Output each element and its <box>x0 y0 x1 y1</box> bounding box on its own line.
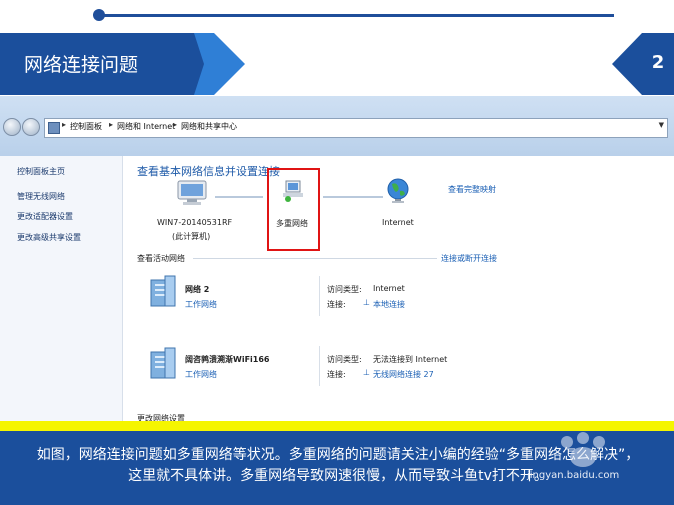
top-rule-dot <box>93 9 105 21</box>
chevron-right-icon: ▸ <box>173 120 178 129</box>
divider <box>319 276 320 316</box>
breadcrumb-network-sharing-center[interactable]: 网络和共享中心 <box>181 121 237 132</box>
watermark-text: jingyan.baidu.com <box>527 470 620 481</box>
left-link-control-panel-home[interactable]: 控制面板主页 <box>17 166 65 177</box>
computer-icon <box>177 180 207 205</box>
computer-sub-label: (此计算机) <box>172 232 211 241</box>
network-2-access-label: 访问类型: <box>327 355 362 364</box>
ethernet-icon: ⊥ <box>363 298 370 307</box>
left-link-change-adapter[interactable]: 更改适配器设置 <box>17 211 73 222</box>
connect-disconnect-link[interactable]: 连接或断开连接 <box>441 253 497 264</box>
chevron-down-icon[interactable]: ▼ <box>659 121 664 129</box>
network-2-name: 阔咨鹑溃溯渐WiFi166 <box>185 355 270 364</box>
forward-icon[interactable] <box>22 118 40 136</box>
network-1-conn-link[interactable]: 本地连接 <box>373 299 405 310</box>
baidu-paw-logo <box>561 432 605 467</box>
network-2-access-value: 无法连接到 Internet <box>373 355 448 364</box>
view-full-map-link[interactable]: 查看完整映射 <box>448 184 496 195</box>
address-toolbar: ▸ 控制面板 ▸ 网络和 Internet ▸ 网络和共享中心 ▼ <box>0 96 674 156</box>
back-icon[interactable] <box>3 118 21 136</box>
slide-title: 网络连接问题 <box>24 54 139 76</box>
left-pane: 控制面板主页 管理无线网络 更改适配器设置 更改高级共享设置 <box>0 156 122 422</box>
computer-name: WIN7-20140531RF <box>157 218 233 227</box>
network-center-window: ▸ 控制面板 ▸ 网络和 Internet ▸ 网络和共享中心 ▼ 控制面板主页… <box>0 96 674 422</box>
divider <box>319 346 320 386</box>
chevron-right-icon: ▸ <box>62 120 67 129</box>
connection-line <box>215 196 263 198</box>
divider <box>193 258 437 259</box>
network-1-access-label: 访问类型: <box>327 285 362 294</box>
network-building-icon <box>150 347 176 379</box>
top-rule <box>98 14 614 17</box>
page-number: 2 <box>651 52 665 73</box>
network-1-conn-label: 连接: <box>327 300 346 309</box>
internet-label: Internet <box>382 218 414 227</box>
left-link-advanced-sharing[interactable]: 更改高级共享设置 <box>17 232 81 243</box>
network-2-type-link[interactable]: 工作网络 <box>185 369 217 380</box>
wireless-signal-icon: ⊥ <box>363 368 370 377</box>
chevron-right-icon: ▸ <box>109 120 114 129</box>
highlight-box <box>267 168 320 251</box>
breadcrumb-network-internet[interactable]: 网络和 Internet <box>117 121 175 132</box>
network-1-name: 网络 2 <box>185 285 210 294</box>
address-bar[interactable]: ▸ 控制面板 ▸ 网络和 Internet ▸ 网络和共享中心 ▼ <box>44 118 668 138</box>
network-2-conn-label: 连接: <box>327 370 346 379</box>
page-heading: 查看基本网络信息并设置连接 <box>137 165 280 178</box>
network-1-type-link[interactable]: 工作网络 <box>185 299 217 310</box>
connection-line <box>323 196 383 198</box>
breadcrumb-control-panel[interactable]: 控制面板 <box>70 121 102 132</box>
network-1-access-value: Internet <box>373 284 405 293</box>
left-link-manage-wireless[interactable]: 管理无线网络 <box>17 191 65 202</box>
control-panel-icon <box>48 122 60 134</box>
yellow-bar <box>0 421 674 431</box>
active-networks-label: 查看活动网络 <box>137 254 185 263</box>
network-2-conn-link[interactable]: 无线网络连接 27 <box>373 369 434 380</box>
main-pane: 查看基本网络信息并设置连接 WIN7-20140531RF (此计算机) 多重网… <box>122 156 674 422</box>
globe-icon <box>387 178 409 203</box>
network-building-icon <box>150 275 176 307</box>
